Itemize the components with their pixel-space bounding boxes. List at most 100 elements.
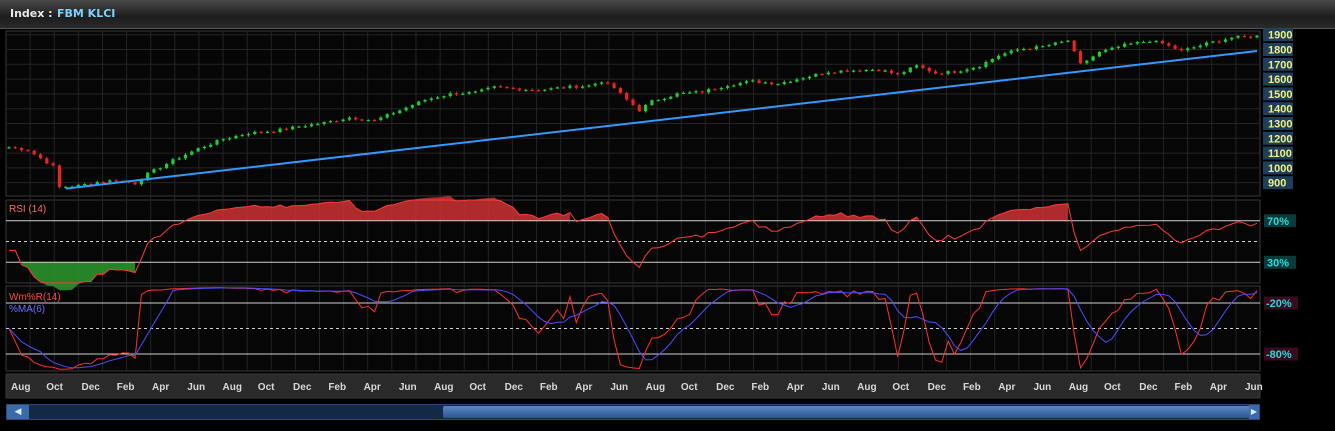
- candle-body: [442, 96, 446, 98]
- candle-body: [1123, 43, 1127, 47]
- candle-body: [877, 69, 881, 72]
- candle-body: [807, 76, 812, 79]
- candle-body: [429, 98, 433, 100]
- candle-body: [1104, 49, 1108, 52]
- candle-body: [889, 70, 894, 74]
- candle-body: [133, 182, 137, 185]
- candle-body: [751, 80, 755, 82]
- candle-body: [580, 86, 585, 88]
- candle-body: [593, 83, 597, 86]
- candle-body: [517, 88, 522, 91]
- candle-body: [959, 71, 963, 73]
- price-tick-label: 900: [1268, 178, 1286, 190]
- candle-body: [990, 59, 994, 63]
- candle-body: [1173, 45, 1177, 49]
- candle-body: [410, 105, 414, 108]
- candle-body: [7, 147, 11, 149]
- candle-body: [543, 89, 547, 91]
- x-tick-label: Aug: [1069, 382, 1088, 393]
- candle-body: [108, 180, 112, 183]
- x-tick-label: Feb: [1174, 382, 1192, 393]
- candle-body: [347, 117, 351, 120]
- candle-body: [946, 71, 950, 74]
- candle-body: [234, 135, 238, 139]
- candle-body: [795, 79, 799, 82]
- candle-body: [782, 82, 786, 85]
- candle-body: [1141, 41, 1146, 44]
- candle-body: [83, 183, 87, 186]
- candle-body: [845, 70, 849, 72]
- x-tick-label: Aug: [223, 382, 242, 393]
- candle-body: [38, 154, 43, 159]
- candle-body: [379, 117, 383, 121]
- x-tick-label: Jun: [1245, 382, 1263, 393]
- candle-body: [820, 73, 824, 76]
- index-name: FBM KLCI: [57, 7, 116, 20]
- candle-body: [1242, 35, 1246, 38]
- price-tick-label: 1600: [1268, 74, 1292, 86]
- candle-body: [246, 134, 251, 136]
- candle-body: [1236, 35, 1240, 38]
- williams-tick-label: -20%: [1266, 298, 1292, 310]
- candle-body: [1116, 46, 1120, 48]
- candle-body: [1028, 48, 1032, 51]
- candle-body: [921, 65, 925, 68]
- candle-body: [908, 67, 912, 73]
- candle-body: [461, 93, 465, 95]
- price-tick-label: 1800: [1268, 44, 1292, 56]
- candle-body: [309, 124, 314, 127]
- candle-body: [372, 120, 377, 122]
- x-tick-label: Feb: [117, 382, 135, 393]
- candle-body: [316, 123, 320, 126]
- rsi-title: RSI (14): [9, 204, 46, 215]
- candle-body: [1160, 40, 1165, 44]
- williams-legend-r: Wm%R(14): [9, 292, 61, 303]
- chart-scrollbar[interactable]: ◀ ▶: [6, 404, 1260, 420]
- candle-body: [486, 87, 490, 90]
- x-tick-label: Dec: [505, 382, 524, 393]
- x-tick-label: Jun: [187, 382, 205, 393]
- candle-body: [284, 128, 288, 130]
- candle-body: [1053, 42, 1057, 46]
- candle-body: [1198, 45, 1202, 48]
- chart-header: Index : FBM KLCI: [0, 0, 1335, 29]
- scroll-thumb[interactable]: [443, 406, 1257, 418]
- candle-body: [933, 71, 938, 74]
- candle-body: [303, 126, 307, 128]
- candle-body: [1060, 41, 1064, 43]
- candle-body: [1066, 40, 1070, 42]
- candle-body: [473, 91, 478, 93]
- candle-body: [1009, 50, 1013, 54]
- candle-body: [965, 69, 969, 72]
- candle-body: [190, 151, 194, 155]
- candle-body: [158, 168, 162, 170]
- candle-body: [202, 146, 206, 149]
- x-tick-label: Apr: [364, 382, 381, 393]
- candle-body: [196, 148, 200, 152]
- candle-body: [20, 147, 24, 151]
- candle-body: [417, 101, 421, 106]
- price-tick-label: 1000: [1268, 163, 1292, 175]
- candle-body: [291, 126, 295, 130]
- candle-body: [183, 154, 188, 159]
- candle-body: [770, 82, 774, 85]
- candle-body: [826, 72, 830, 75]
- candle-body: [940, 73, 944, 75]
- candle-body: [555, 87, 559, 89]
- candle-body: [612, 83, 616, 89]
- candle-body: [101, 181, 106, 184]
- candle-body: [902, 72, 906, 75]
- candle-body: [253, 131, 257, 135]
- candle-body: [511, 87, 515, 90]
- scroll-left-arrow-icon[interactable]: ◀: [7, 405, 29, 419]
- candle-body: [297, 126, 301, 128]
- x-tick-label: Jun: [822, 382, 840, 393]
- scroll-right-arrow-icon[interactable]: ▶: [1249, 405, 1259, 419]
- index-label: Index :: [10, 7, 53, 20]
- x-tick-label: Dec: [1139, 382, 1158, 393]
- candle-body: [1047, 45, 1051, 47]
- x-tick-label: Feb: [328, 382, 346, 393]
- candle-body: [858, 70, 862, 72]
- candle-body: [322, 122, 326, 124]
- candle-body: [26, 150, 30, 152]
